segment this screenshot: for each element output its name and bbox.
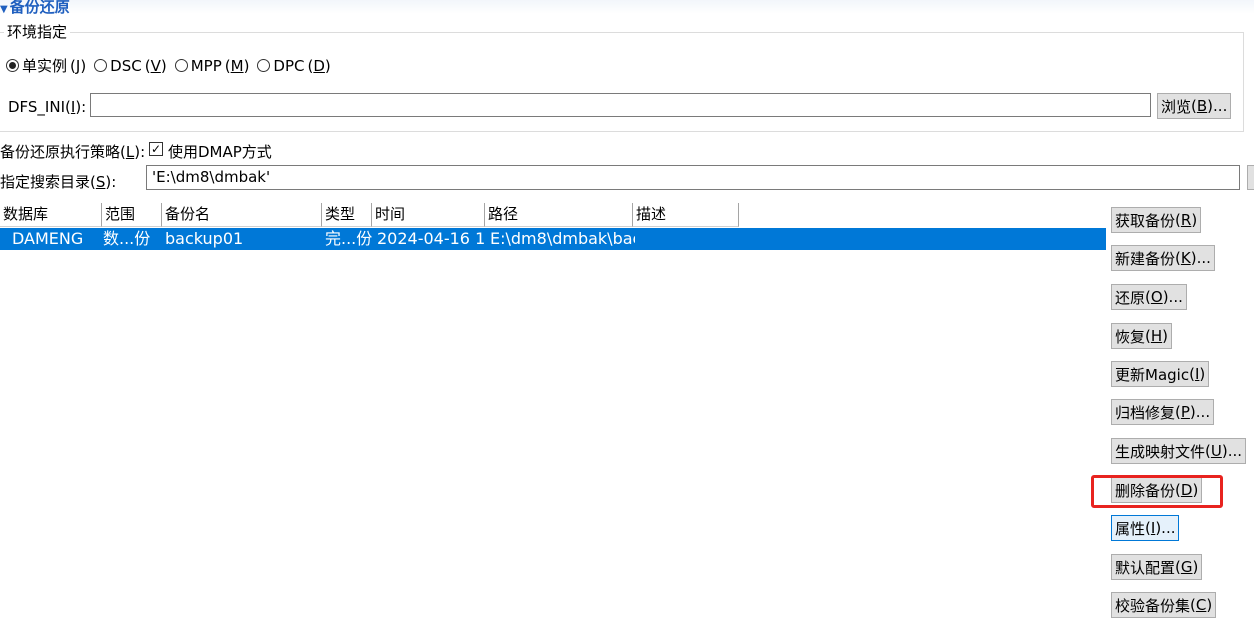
backup-table[interactable]: 数据库 范围 备份名 类型 时间 路径 描述 DAMENG 数...份 backup01 完...…	[0, 203, 1106, 623]
table-cell-desc	[635, 228, 741, 250]
radio-dsc[interactable]: DSC (V)	[94, 57, 167, 75]
side-button-6[interactable]: 生成映射文件(U)...	[1111, 438, 1247, 464]
side-button-1[interactable]: 新建备份(K)...	[1111, 245, 1215, 271]
radio-accelerator: (J)	[70, 56, 87, 75]
search-dir-input[interactable]: 'E:\dm8\dmbak'	[146, 165, 1240, 190]
table-cell-time: 2024-04-16 1:	[377, 229, 487, 248]
dfs-ini-input[interactable]	[90, 93, 1151, 117]
radio-button-icon[interactable]	[174, 59, 188, 72]
table-cell-db: DAMENG	[12, 229, 84, 248]
radio-label: DPC	[273, 56, 305, 75]
table-cell-type: 完...份	[325, 229, 373, 248]
column-header[interactable]: 备份名	[162, 203, 322, 227]
side-button-2[interactable]: 还原(O)...	[1111, 284, 1187, 310]
column-header[interactable]: 数据库	[0, 203, 102, 227]
column-header[interactable]: 描述	[633, 203, 739, 227]
column-header[interactable]: 时间	[372, 203, 485, 227]
table-row[interactable]: DAMENG 数...份 backup01 完...份 2024-04-16 1: E:\…	[0, 228, 1106, 250]
search-dir-browse-button[interactable]	[1247, 165, 1254, 190]
env-radio-group: 单实例 (J) DSC (V) MPP (M) DPC (D)	[6, 55, 335, 76]
radio-accelerator: (D)	[307, 56, 331, 75]
section-header	[0, 0, 1254, 14]
dmap-checkbox-label[interactable]: 使用DMAP方式	[168, 141, 272, 162]
radio-accelerator: (M)	[224, 56, 250, 75]
strategy-label: 备份还原执行策略(L):	[0, 143, 146, 161]
collapse-arrow-icon[interactable]: ▼	[0, 4, 8, 15]
side-button-8[interactable]: 属性(I)...	[1111, 515, 1180, 541]
radio-accelerator: (V)	[144, 56, 167, 75]
side-button-0[interactable]: 获取备份(R)	[1111, 207, 1202, 233]
highlight-annotation	[1091, 475, 1223, 508]
radio-button-icon[interactable]	[257, 59, 271, 72]
dmap-checkbox[interactable]: ✓	[149, 142, 163, 156]
dfs-ini-label: DFS_INI(I):	[8, 98, 87, 116]
env-group-box	[0, 32, 1244, 132]
table-cell-path: E:\dm8\dmbak\bac	[490, 229, 635, 248]
side-button-5[interactable]: 归档修复(P)...	[1111, 399, 1215, 425]
radio-label: DSC	[110, 56, 142, 75]
radio-dpc[interactable]: DPC (D)	[257, 56, 331, 75]
search-dir-label: 指定搜索目录(S):	[0, 173, 117, 191]
radio-mpp[interactable]: MPP (M)	[174, 56, 250, 75]
column-header[interactable]: 范围	[102, 203, 162, 227]
column-header[interactable]: 路径	[485, 203, 633, 227]
radio-button-icon[interactable]	[6, 59, 19, 72]
check-icon: ✓	[150, 142, 162, 156]
browse-button[interactable]: 浏览(B)...	[1157, 93, 1232, 119]
side-button-4[interactable]: 更新Magic(I)	[1111, 361, 1210, 387]
radio-label: 单实例	[22, 57, 68, 75]
radio-label: MPP	[190, 56, 222, 75]
side-button-9[interactable]: 默认配置(G)	[1111, 554, 1203, 580]
side-button-10[interactable]: 校验备份集(C)	[1111, 592, 1217, 618]
table-header: 数据库 范围 备份名 类型 时间 路径 描述	[0, 203, 1106, 227]
radio-单实例[interactable]: 单实例 (J)	[6, 55, 86, 76]
table-cell-range: 数...份	[103, 229, 151, 248]
section-title[interactable]: ▼ 备份还原	[0, 0, 70, 17]
side-button-3[interactable]: 恢复(H)	[1111, 323, 1173, 349]
radio-button-icon[interactable]	[94, 59, 108, 72]
column-header[interactable]: 类型	[322, 203, 372, 227]
env-group-legend: 环境指定	[4, 21, 71, 42]
table-cell-name: backup01	[165, 229, 244, 248]
